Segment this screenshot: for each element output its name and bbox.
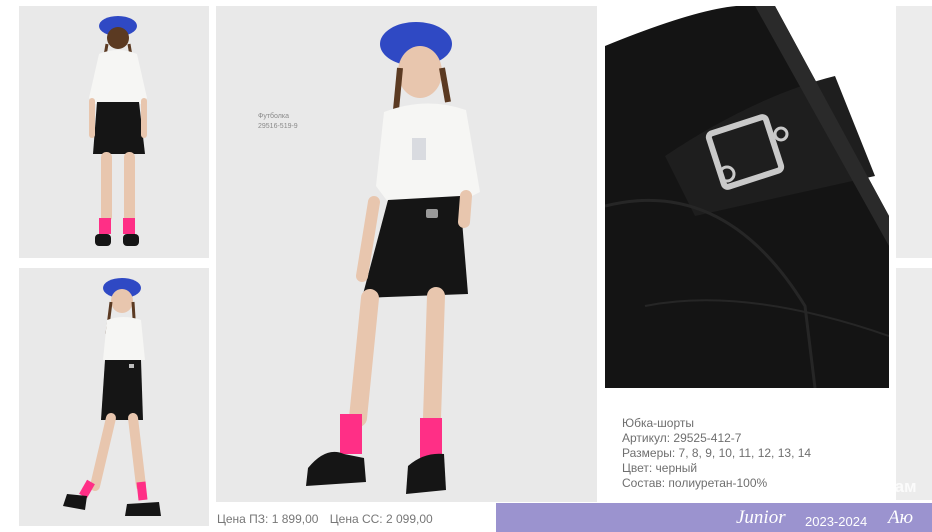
girl-front-view-figure [306, 22, 480, 494]
photo-walking-view [19, 268, 209, 526]
retail-price: Цена СС: 2 099,00 [329, 512, 433, 526]
product-composition: Состав: полиуретан-100% [622, 476, 768, 490]
product-info: Юбка-шорты Артикул: 29525-412-7 Размеры:… [622, 416, 811, 491]
photo-back-view [19, 6, 209, 258]
tshirt-caption: Футболка 29516-519-9 [258, 112, 298, 132]
footer-season: 2023-2024 [805, 514, 868, 529]
footer-brand: Junior [736, 507, 786, 528]
next-page-photo-edge-top [896, 6, 932, 258]
girl-walking-figure [63, 278, 161, 516]
tshirt-caption-title: Футболка [258, 113, 289, 120]
product-color: Цвет: черный [622, 461, 698, 475]
photo-main-front-view: Футболка 29516-519-9 [216, 6, 597, 502]
price-row: Цена ПЗ: 1 899,00 Цена СС: 2 099,00 [217, 512, 441, 526]
partner-price: Цена ПЗ: 1 899,00 [217, 512, 319, 526]
photo-closeup-buckle [605, 6, 889, 388]
watermark: для мам [846, 477, 917, 496]
tshirt-caption-sku: 29516-519-9 [258, 123, 298, 130]
product-article: Артикул: 29525-412-7 [622, 431, 742, 445]
product-name: Юбка-шорты [622, 416, 695, 430]
footer-logo: Аю [888, 507, 914, 528]
next-page-photo-edge-bottom [896, 268, 932, 500]
leather-closeup-figure [605, 6, 889, 388]
product-sizes: Размеры: 7, 8, 9, 10, 11, 12, 13, 14 [622, 446, 812, 460]
girl-back-view-figure [89, 16, 147, 246]
